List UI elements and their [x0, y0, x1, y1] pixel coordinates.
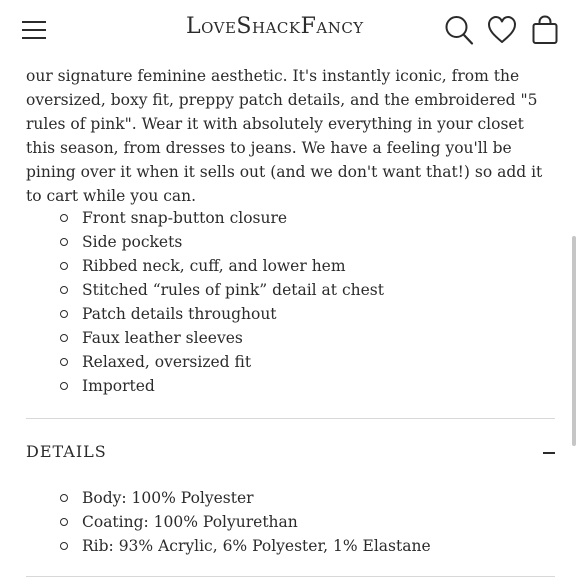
site-header: LoveShackFancy: [0, 0, 580, 60]
list-item: Side pockets: [26, 230, 384, 254]
list-item: Faux leather sleeves: [26, 326, 384, 350]
list-item: Patch details throughout: [26, 302, 384, 326]
feature-list: Front snap-button closure Side pockets R…: [26, 206, 384, 398]
bullet-icon: [60, 494, 68, 502]
bag-icon[interactable]: [530, 14, 560, 46]
search-icon[interactable]: [444, 14, 474, 46]
menu-icon[interactable]: [22, 20, 46, 40]
scrollbar[interactable]: [572, 236, 576, 446]
list-item: Imported: [26, 374, 384, 398]
bullet-icon: [60, 286, 68, 294]
details-list: Body: 100% Polyester Coating: 100% Polyu…: [26, 486, 431, 558]
bullet-icon: [60, 382, 68, 390]
list-item: Body: 100% Polyester: [26, 486, 431, 510]
list-item: Relaxed, oversized fit: [26, 350, 384, 374]
list-item: Coating: 100% Polyurethan: [26, 510, 431, 534]
heart-icon[interactable]: [487, 14, 517, 46]
bullet-icon: [60, 214, 68, 222]
bullet-icon: [60, 358, 68, 366]
list-item: Stitched “rules of pink” detail at chest: [26, 278, 384, 302]
details-section-header[interactable]: DETAILS: [26, 442, 107, 461]
divider: [26, 576, 555, 577]
divider: [26, 418, 555, 419]
bullet-icon: [60, 542, 68, 550]
bullet-icon: [60, 262, 68, 270]
bullet-icon: [60, 238, 68, 246]
list-item: Front snap-button closure: [26, 206, 384, 230]
minus-icon[interactable]: [543, 452, 555, 454]
bullet-icon: [60, 518, 68, 526]
brand-logo[interactable]: LoveShackFancy: [186, 14, 364, 39]
bullet-icon: [60, 334, 68, 342]
list-item: Ribbed neck, cuff, and lower hem: [26, 254, 384, 278]
bullet-icon: [60, 310, 68, 318]
list-item: Rib: 93% Acrylic, 6% Polyester, 1% Elast…: [26, 534, 431, 558]
product-description: our signature feminine aesthetic. It's i…: [26, 67, 543, 205]
